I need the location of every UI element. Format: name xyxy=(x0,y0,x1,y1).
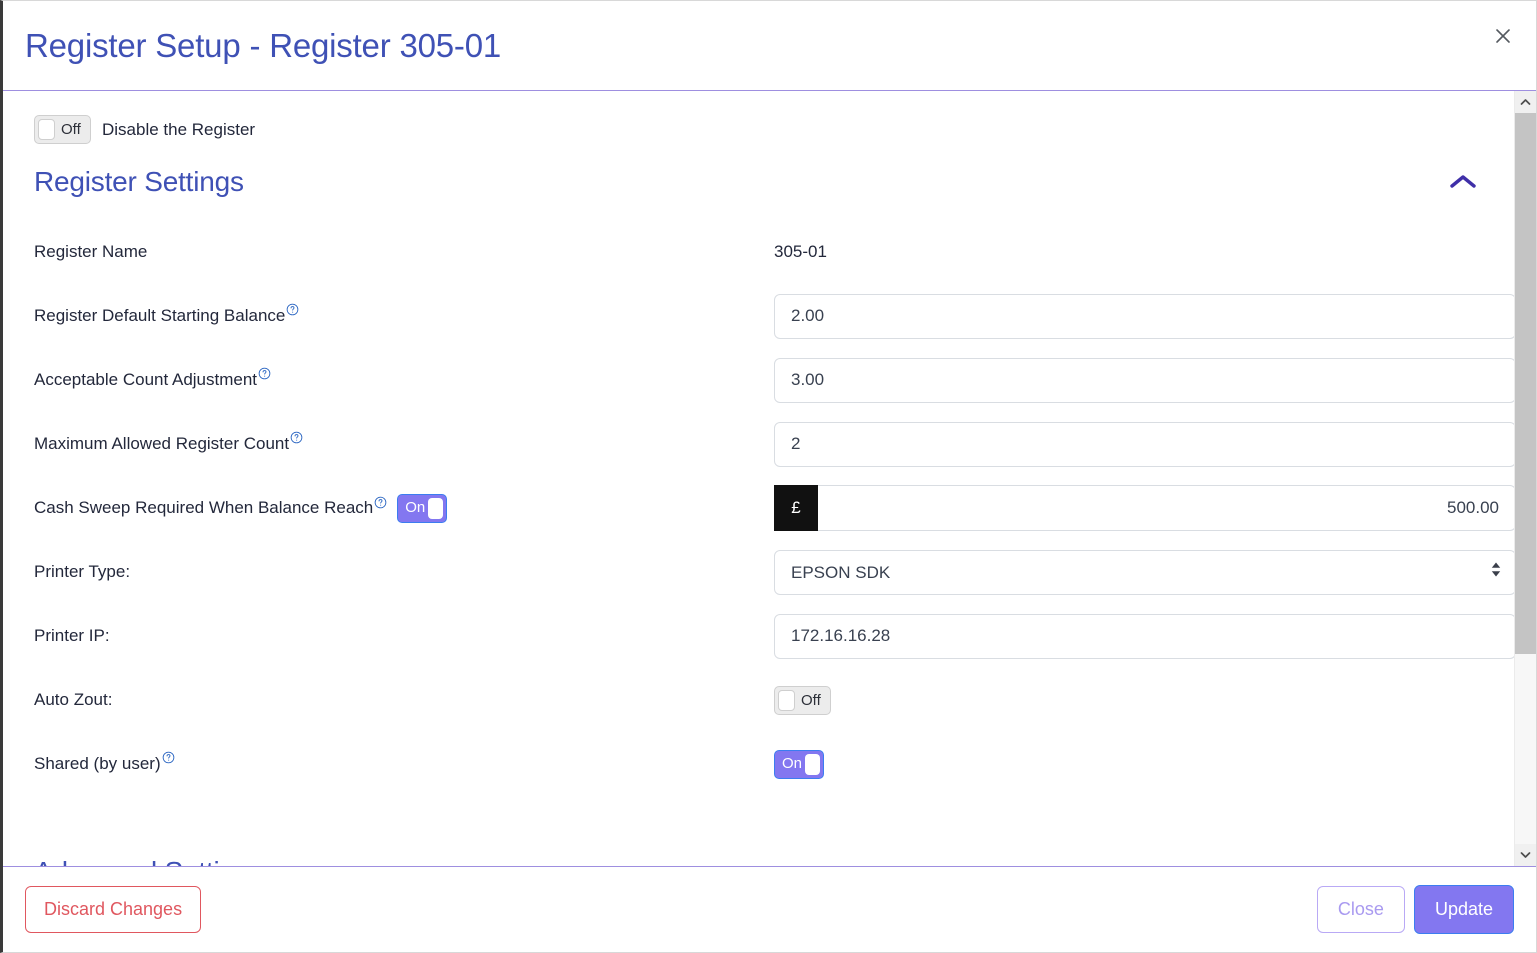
close-icon[interactable] xyxy=(1490,23,1516,49)
disable-register-toggle[interactable]: Off xyxy=(34,115,91,144)
field-row-printer-ip: Printer IP: xyxy=(34,608,1516,664)
control-maximum-allowed-register-count xyxy=(774,421,1516,467)
field-row-acceptable-count-adjustment: Acceptable Count Adjustment xyxy=(34,352,1516,408)
toggle-state-label: On xyxy=(405,498,426,516)
cash-sweep-currency-group: £ xyxy=(774,485,1516,531)
label-maximum-allowed-register-count: Maximum Allowed Register Count xyxy=(34,431,774,454)
cash-sweep-amount-input[interactable] xyxy=(818,485,1516,531)
scrollbar-track[interactable] xyxy=(1514,113,1536,844)
settings-form: Off Disable the Register Register Settin… xyxy=(3,91,1516,866)
field-row-register-name: Register Name 305-01 xyxy=(34,224,1484,280)
toggle-knob xyxy=(428,497,444,519)
printer-type-select[interactable]: EPSON SDK xyxy=(774,549,1516,595)
label-printer-ip: Printer IP: xyxy=(34,625,110,645)
control-acceptable-count-adjustment xyxy=(774,357,1516,403)
control-printer-type: EPSON SDK xyxy=(774,549,1516,595)
help-icon[interactable] xyxy=(162,751,175,764)
scroll-up-button[interactable] xyxy=(1514,91,1536,113)
control-printer-ip xyxy=(774,613,1516,659)
help-icon[interactable] xyxy=(290,431,303,444)
label-cash-sweep: Cash Sweep Required When Balance Reach O… xyxy=(34,493,774,523)
label-register-name: Register Name xyxy=(34,241,148,261)
cash-sweep-toggle[interactable]: On xyxy=(397,493,448,523)
modal-header: Register Setup - Register 305-01 xyxy=(3,1,1536,91)
section-header-register-settings[interactable]: Register Settings xyxy=(34,166,1484,198)
label-auto-zout: Auto Zout: xyxy=(34,689,113,709)
control-cash-sweep: £ xyxy=(774,485,1516,531)
label-printer-type: Printer Type: xyxy=(34,561,131,581)
toggle-knob xyxy=(778,689,795,711)
vertical-scrollbar[interactable] xyxy=(1514,91,1536,866)
modal-body: Off Disable the Register Register Settin… xyxy=(3,91,1536,866)
default-starting-balance-input[interactable] xyxy=(774,293,1516,339)
currency-symbol: £ xyxy=(774,485,818,531)
footer-actions: Close Update xyxy=(1316,885,1514,934)
field-row-shared-by-user: Shared (by user) On xyxy=(34,736,1484,792)
control-register-name: 305-01 xyxy=(774,242,1484,262)
help-icon[interactable] xyxy=(258,367,271,380)
chevron-up-icon[interactable] xyxy=(1446,171,1480,193)
update-button[interactable]: Update xyxy=(1413,885,1514,934)
control-default-starting-balance xyxy=(774,293,1516,339)
section-header-advanced-settings[interactable]: Advanced Settings xyxy=(34,856,1484,866)
toggle-state-label: Off xyxy=(61,121,81,138)
printer-ip-input[interactable] xyxy=(774,613,1516,659)
register-setup-modal: Register Setup - Register 305-01 Off Dis… xyxy=(0,0,1537,953)
chevron-down-icon[interactable] xyxy=(1446,861,1480,866)
discard-changes-button[interactable]: Discard Changes xyxy=(25,886,202,933)
control-auto-zout: Off xyxy=(774,685,1484,715)
toggle-state-label: Off xyxy=(801,691,821,709)
page-title: Register Setup - Register 305-01 xyxy=(25,26,502,64)
acceptable-count-adjustment-input[interactable] xyxy=(774,357,1516,403)
value-register-name: 305-01 xyxy=(774,242,827,261)
control-shared-by-user: On xyxy=(774,749,1484,779)
disable-register-label: Disable the Register xyxy=(102,119,256,139)
toggle-state-label: On xyxy=(782,754,803,772)
scroll-down-button[interactable] xyxy=(1514,844,1536,866)
field-row-default-starting-balance: Register Default Starting Balance xyxy=(34,288,1516,344)
close-button[interactable]: Close xyxy=(1316,886,1405,933)
field-row-maximum-allowed-register-count: Maximum Allowed Register Count xyxy=(34,416,1516,472)
disable-register-row: Off Disable the Register xyxy=(34,115,1484,144)
field-row-cash-sweep: Cash Sweep Required When Balance Reach O… xyxy=(34,480,1516,536)
label-default-starting-balance: Register Default Starting Balance xyxy=(34,303,774,326)
field-row-printer-type: Printer Type: EPSON SDK xyxy=(34,544,1516,600)
maximum-allowed-register-count-input[interactable] xyxy=(774,421,1516,467)
label-acceptable-count-adjustment: Acceptable Count Adjustment xyxy=(34,367,774,390)
auto-zout-toggle[interactable]: Off xyxy=(774,685,831,715)
label-shared-by-user: Shared (by user) xyxy=(34,751,774,774)
scrollbar-thumb[interactable] xyxy=(1514,113,1536,654)
toggle-knob xyxy=(805,753,820,775)
section-title-register-settings: Register Settings xyxy=(34,166,244,197)
help-icon[interactable] xyxy=(374,496,387,509)
section-title-advanced-settings: Advanced Settings xyxy=(34,856,264,866)
modal-footer: Discard Changes Close Update xyxy=(3,866,1536,952)
shared-by-user-toggle[interactable]: On xyxy=(774,749,824,779)
help-icon[interactable] xyxy=(286,303,299,316)
field-row-auto-zout: Auto Zout: Off xyxy=(34,672,1484,728)
toggle-knob xyxy=(38,119,55,140)
printer-type-select-wrapper: EPSON SDK xyxy=(774,549,1516,595)
